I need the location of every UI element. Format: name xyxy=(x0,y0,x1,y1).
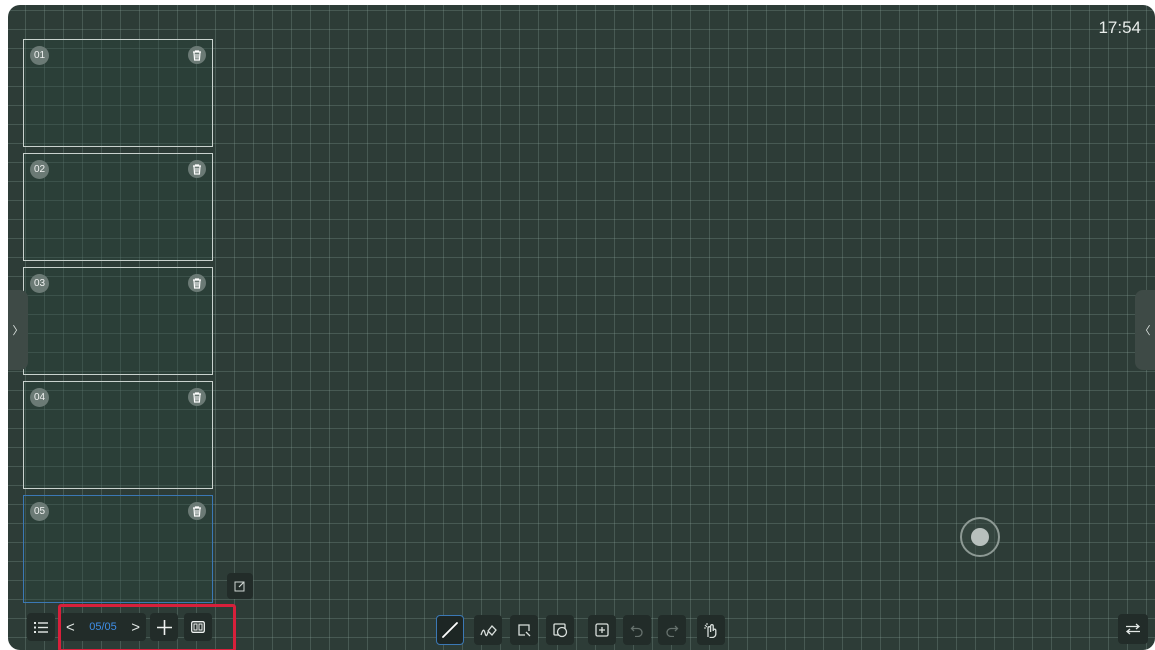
list-icon xyxy=(34,621,48,633)
floating-dot-icon xyxy=(971,528,989,546)
delete-page-button[interactable] xyxy=(188,502,206,520)
eraser-icon xyxy=(480,625,497,637)
page-thumbnail-03[interactable]: 03 xyxy=(23,267,213,375)
delete-page-button[interactable] xyxy=(188,160,206,178)
clock: 17:54 xyxy=(1098,18,1141,37)
previous-page-button[interactable]: < xyxy=(66,619,75,636)
page-number-badge: 05 xyxy=(30,502,49,521)
page-thumbnail-01[interactable]: 01 xyxy=(23,39,213,147)
shape-tool[interactable] xyxy=(546,615,574,645)
delete-page-button[interactable] xyxy=(188,388,206,406)
menu-button[interactable] xyxy=(27,613,55,641)
page-number-badge: 02 xyxy=(30,160,49,179)
add-page-button[interactable] xyxy=(150,613,178,641)
lasso-select-icon xyxy=(518,624,531,637)
pen-tool[interactable] xyxy=(436,615,464,645)
delete-page-button[interactable] xyxy=(188,274,206,292)
trash-icon xyxy=(193,49,201,61)
redo-button[interactable] xyxy=(658,615,686,645)
right-panel-toggle[interactable]: 〈 xyxy=(1135,290,1155,370)
delete-page-button[interactable] xyxy=(188,46,206,64)
shapes-icon xyxy=(552,622,567,637)
redo-icon xyxy=(666,625,679,637)
plus-icon xyxy=(156,619,172,635)
eraser-tool[interactable] xyxy=(474,615,502,645)
page-thumbnail-02[interactable]: 02 xyxy=(23,153,213,261)
split-view-icon xyxy=(191,621,205,633)
gesture-tool[interactable] xyxy=(697,615,725,645)
hand-gesture-icon xyxy=(704,623,717,638)
undo-icon xyxy=(630,625,643,637)
page-number-badge: 04 xyxy=(30,388,49,407)
insert-tool[interactable] xyxy=(588,615,616,645)
swap-arrows-icon xyxy=(1125,623,1141,635)
page-number-badge: 01 xyxy=(30,46,49,65)
trash-icon xyxy=(193,391,201,403)
next-page-button[interactable]: > xyxy=(131,619,140,636)
edit-icon xyxy=(234,581,245,592)
page-number-badge: 03 xyxy=(30,274,49,293)
page-thumbnail-04[interactable]: 04 xyxy=(23,381,213,489)
page-count: 05/05 xyxy=(89,621,117,633)
insert-icon xyxy=(595,623,609,637)
pen-icon xyxy=(442,622,458,638)
page-navigator: < 05/05 > xyxy=(60,613,146,641)
undo-button[interactable] xyxy=(623,615,651,645)
page-overview-button[interactable] xyxy=(184,613,212,641)
left-panel-toggle[interactable]: 〉 xyxy=(8,290,28,370)
switch-toolbar-button[interactable] xyxy=(1118,614,1148,644)
trash-icon xyxy=(193,505,201,517)
floating-menu-button[interactable] xyxy=(960,517,1000,557)
whiteboard-canvas[interactable]: 17:54 01 02 03 04 05 〉 〈 < 05/05 > xyxy=(8,5,1155,650)
lasso-select-tool[interactable] xyxy=(510,615,538,645)
trash-icon xyxy=(193,163,201,175)
trash-icon xyxy=(193,277,201,289)
edit-page-button[interactable] xyxy=(227,573,253,599)
page-thumbnail-05[interactable]: 05 xyxy=(23,495,213,603)
